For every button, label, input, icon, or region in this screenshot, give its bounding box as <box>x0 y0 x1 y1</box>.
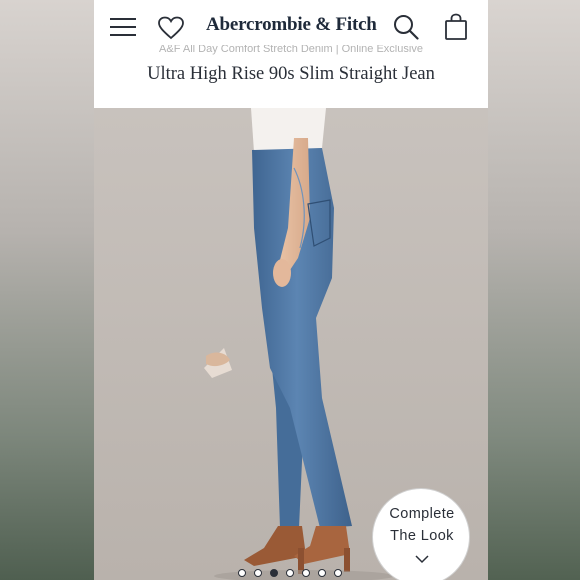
carousel-dot[interactable] <box>334 569 342 577</box>
carousel-indicators <box>238 569 342 577</box>
product-title: Ultra High Rise 90s Slim Straight Jean <box>147 64 435 84</box>
carousel-dot[interactable] <box>270 569 278 577</box>
complete-the-look-button[interactable]: Complete The Look <box>372 488 470 580</box>
carousel-dot[interactable] <box>286 569 294 577</box>
nav-bar: Abercrombie & Fitch <box>94 0 488 48</box>
phone-screen: Abercrombie & Fitch A&F All Day Comfort … <box>94 0 488 580</box>
complete-the-look-label-1: Complete <box>389 506 455 522</box>
product-subline: A&F All Day Comfort Stretch Denim | Onli… <box>159 45 423 55</box>
complete-the-look-label-2: The Look <box>390 528 454 544</box>
app-header: Abercrombie & Fitch A&F All Day Comfort … <box>94 0 488 108</box>
carousel-dot[interactable] <box>254 569 262 577</box>
hamburger-menu-icon[interactable] <box>110 17 136 37</box>
heart-icon[interactable] <box>158 16 184 40</box>
chevron-down-icon <box>415 555 429 564</box>
carousel-dot[interactable] <box>318 569 326 577</box>
background-left <box>0 0 94 580</box>
search-icon[interactable] <box>393 14 419 40</box>
background-right <box>488 0 580 580</box>
shopping-bag-icon[interactable] <box>444 13 468 41</box>
carousel-dot[interactable] <box>238 569 246 577</box>
carousel-dot[interactable] <box>302 569 310 577</box>
brand-logo[interactable]: Abercrombie & Fitch <box>206 14 377 36</box>
